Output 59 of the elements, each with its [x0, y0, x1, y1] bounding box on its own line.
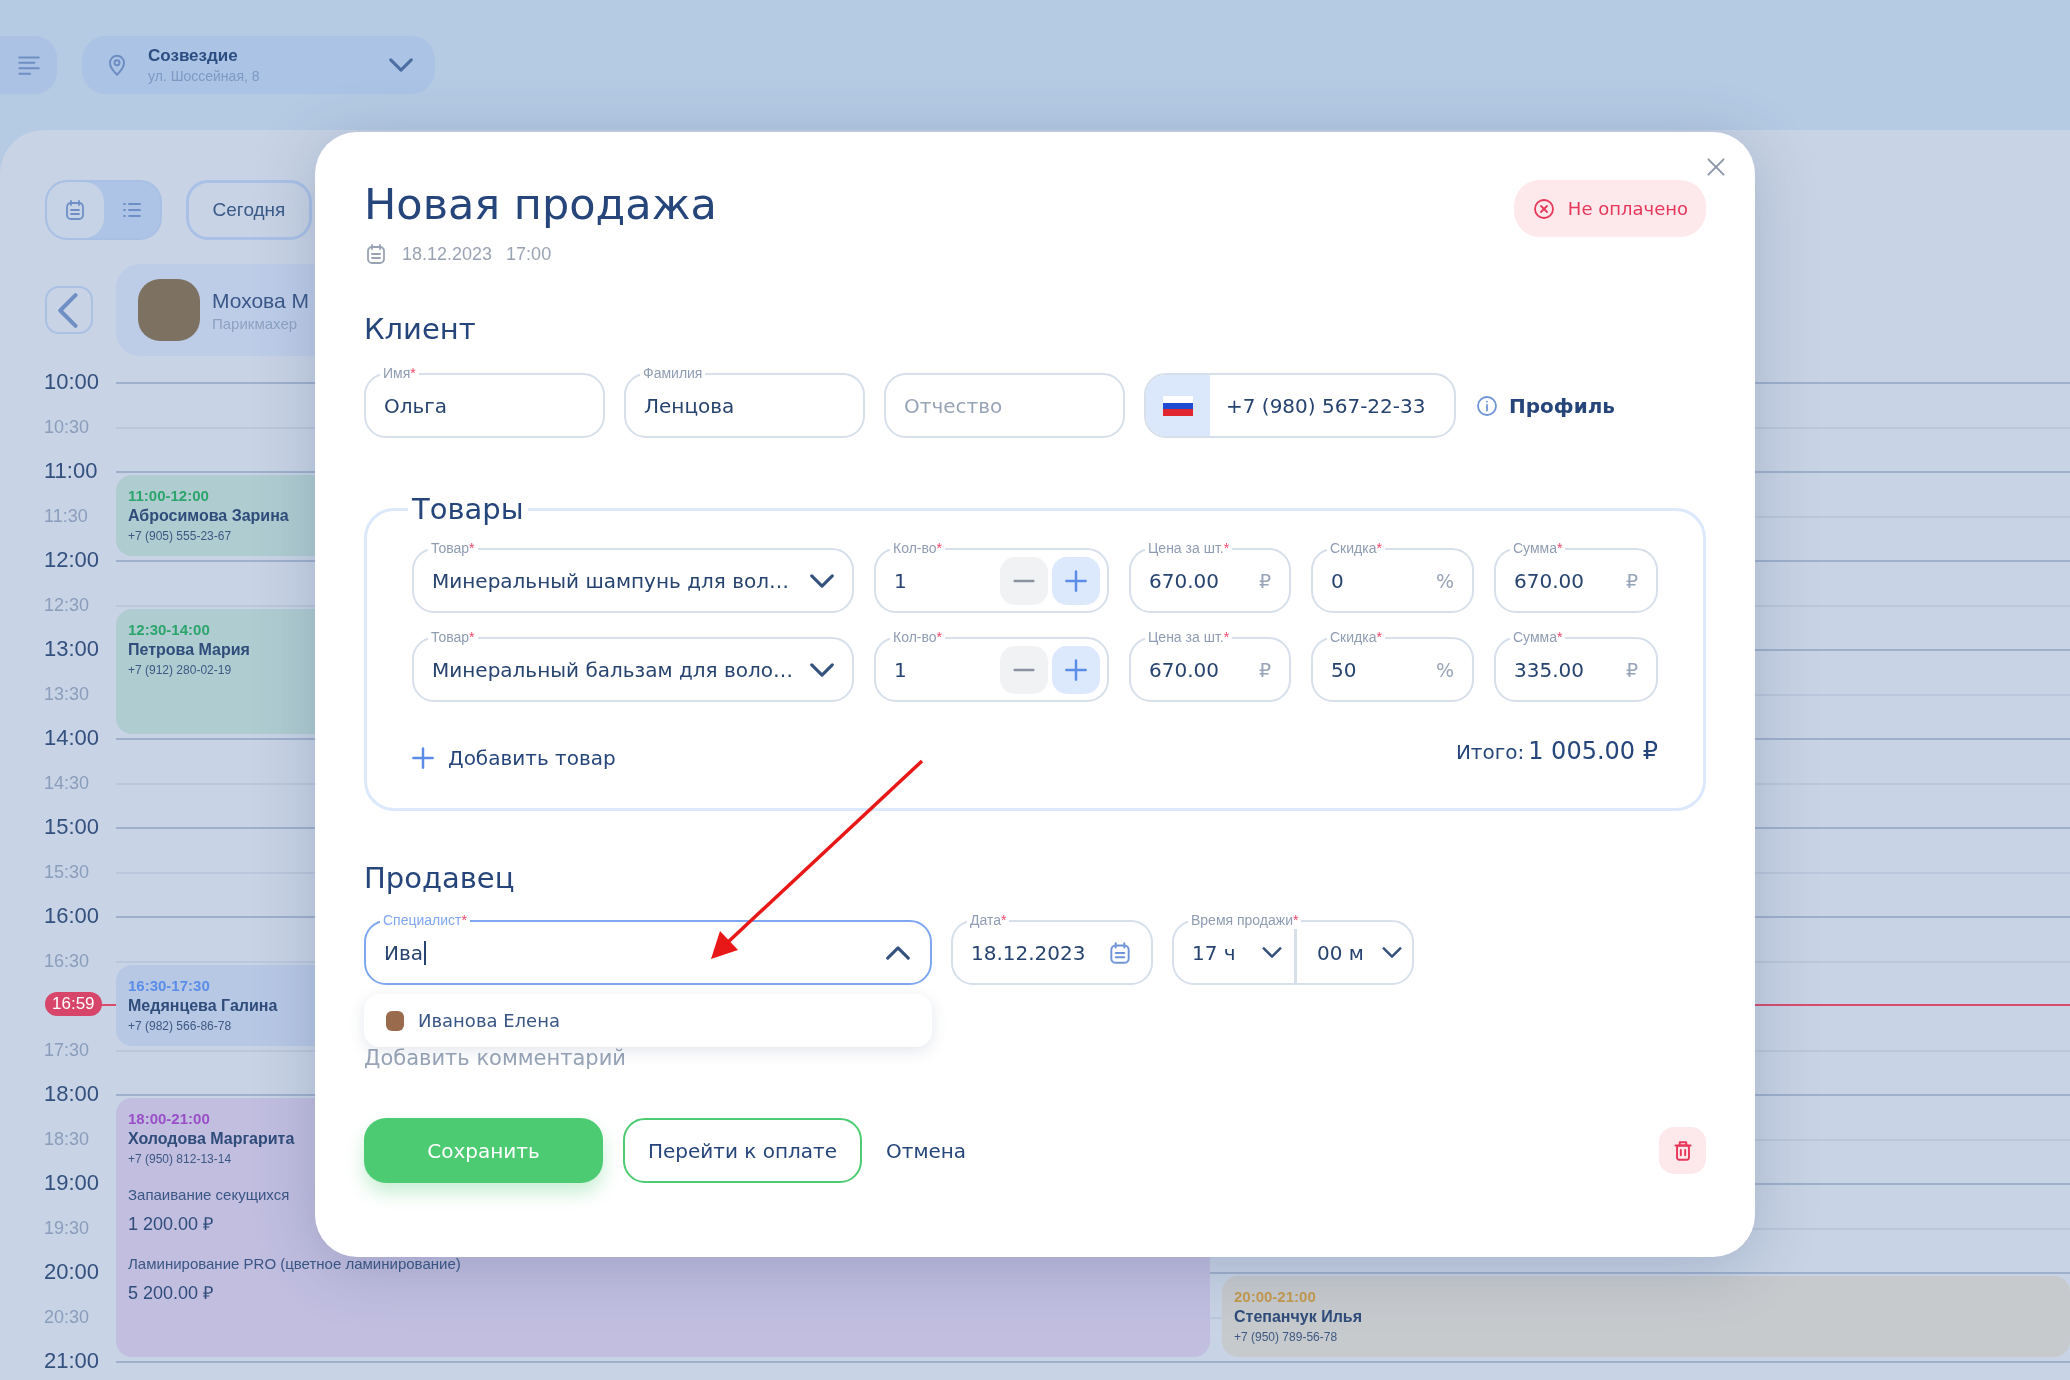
- client-name: Абросимова Зарина: [128, 507, 289, 525]
- time-label: 10:30: [44, 417, 90, 436]
- payment-status-badge: Не оплачено: [1513, 180, 1706, 237]
- time-label: 11:30: [44, 506, 88, 525]
- client-phone: +7 (982) 566-86-78: [128, 1018, 232, 1033]
- appointment-time: 18:00-21:00: [128, 1110, 210, 1127]
- service-price: 1 200.00 ₽: [128, 1213, 214, 1235]
- appointment-time: 16:30-17:30: [128, 976, 210, 994]
- time-label: 21:00: [44, 1350, 100, 1372]
- section-heading: Товары: [411, 491, 525, 528]
- client-phone: +7 (912) 280-02-19: [128, 662, 232, 677]
- unit-sign: ₽: [1625, 658, 1638, 681]
- client-phone: +7 (950) 789-56-78: [1234, 1330, 1338, 1344]
- time-label: 15:30: [44, 862, 90, 881]
- dialog-title: Новая продажа: [364, 178, 717, 231]
- appointment-time: 20:00-21:00: [1234, 1288, 1316, 1305]
- time-label: 13:00: [44, 638, 100, 660]
- unit-sign: ₽: [1258, 658, 1271, 681]
- time-label: 10:00: [44, 371, 100, 393]
- service-price: 5 200.00 ₽: [128, 1282, 214, 1304]
- time-label: 17:30: [44, 1040, 90, 1059]
- unit-sign: %: [1435, 569, 1454, 592]
- sale-date: 18.12.2023: [402, 243, 493, 265]
- client-name: Медянцева Галина: [128, 996, 278, 1015]
- service-name: Запаивание секущихся: [128, 1186, 290, 1203]
- time-label: 14:30: [44, 773, 90, 792]
- time-label: 18:00: [44, 1083, 100, 1105]
- time-label: 12:00: [44, 549, 100, 571]
- time-label: 12:30: [44, 595, 90, 614]
- client-phone: +7 (905) 555-23-67: [128, 529, 232, 543]
- service-name: Ламинирование PRO (цветное ламинирование): [128, 1255, 461, 1272]
- time-label: 19:00: [44, 1172, 100, 1194]
- staff-name: Мохова М: [212, 288, 310, 313]
- client-name: Петрова Мария: [128, 640, 250, 659]
- time-label: 20:00: [44, 1261, 100, 1283]
- time-label: 18:30: [44, 1129, 90, 1148]
- client-phone: +7 (950) 812-13-14: [128, 1152, 232, 1166]
- total-value: 1 005.00 ₽: [1528, 737, 1658, 765]
- time-label: 13:30: [44, 684, 90, 703]
- time-label: 16:30: [44, 951, 90, 970]
- time-label: 16:00: [44, 905, 100, 927]
- time-label: 19:30: [44, 1218, 90, 1237]
- time-label: 15:00: [44, 816, 100, 838]
- location-name: Созвездие: [148, 46, 239, 66]
- total-label: Итого:: [1455, 740, 1525, 764]
- time-label: 11:00: [44, 460, 98, 482]
- client-name: Холодова Маргарита: [128, 1130, 295, 1148]
- appointment-time: 12:30-14:00: [128, 620, 210, 638]
- appointment-time: 11:00-12:00: [128, 487, 209, 504]
- current-time-badge: 16:59: [45, 991, 102, 1016]
- unit-sign: ₽: [1258, 569, 1271, 592]
- unit-sign: ₽: [1625, 569, 1638, 592]
- client-name: Степанчук Илья: [1234, 1308, 1362, 1326]
- time-label: 20:30: [44, 1307, 90, 1326]
- unit-sign: %: [1435, 658, 1454, 681]
- section-heading: Продавец: [364, 860, 515, 897]
- time-label: 14:00: [44, 727, 100, 749]
- section-heading: Клиент: [364, 311, 476, 348]
- sale-time: 17:00: [506, 243, 552, 265]
